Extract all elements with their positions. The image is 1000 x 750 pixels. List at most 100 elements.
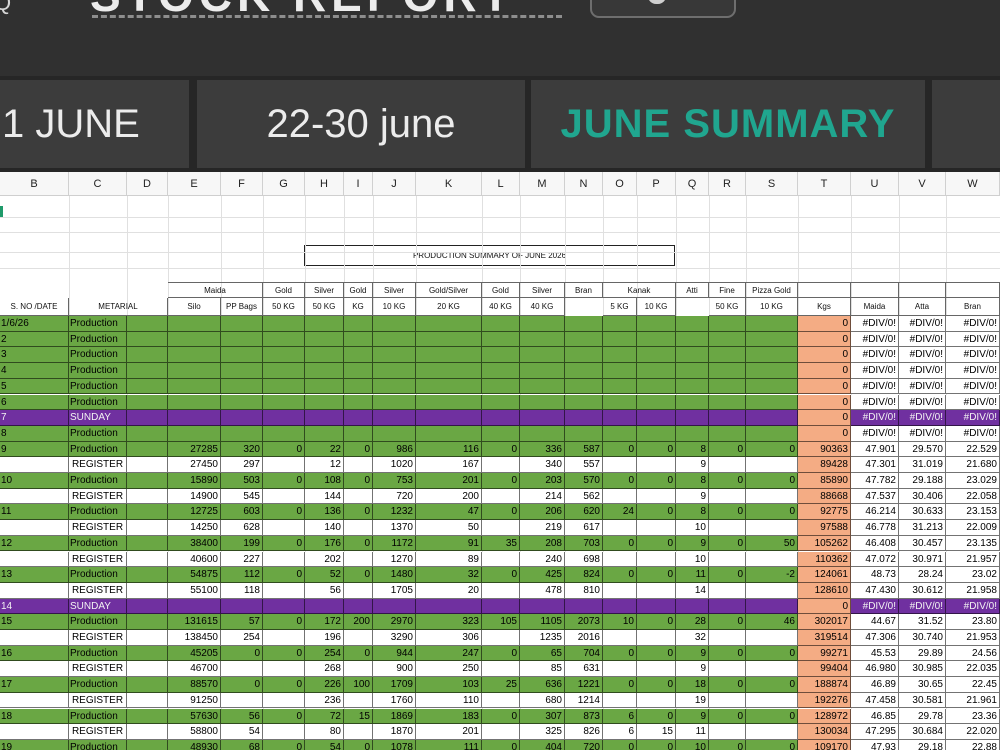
cell-kanak5[interactable] (603, 410, 637, 426)
cell-ppbags[interactable]: 57 (221, 614, 263, 630)
cell-branpct[interactable]: 23.135 (946, 535, 1000, 552)
column-header-u[interactable]: U (851, 172, 899, 196)
cell-kanak5[interactable] (603, 582, 637, 599)
cell-gold40[interactable]: 0 (482, 739, 520, 750)
cell-branpct[interactable]: 22.009 (946, 520, 1000, 536)
cell-material[interactable]: REGISTER (69, 582, 127, 599)
cell-pizza10[interactable] (746, 724, 798, 740)
cell-kanak5[interactable] (603, 378, 637, 395)
cell-gs20[interactable]: 183 (416, 708, 482, 725)
cell-branpct[interactable]: 23.153 (946, 504, 1000, 521)
cell-gs20[interactable]: 110 (416, 692, 482, 709)
cell-gold40[interactable]: 0 (482, 504, 520, 521)
cell-pizza10[interactable] (746, 410, 798, 426)
cell-goldkg[interactable] (344, 598, 373, 615)
cell-fine50[interactable] (709, 363, 746, 379)
cell-branpct[interactable]: 23.02 (946, 567, 1000, 583)
cell-gold40[interactable] (482, 630, 520, 646)
cell-goldkg[interactable]: 0 (344, 739, 373, 750)
cell-silo[interactable]: 138450 (168, 630, 221, 646)
cell-bran[interactable] (565, 378, 603, 395)
cell-silo[interactable]: 88570 (168, 677, 221, 693)
cell-atti[interactable] (676, 394, 709, 411)
cell-pizza10[interactable] (746, 457, 798, 473)
cell-kanak10[interactable]: 0 (637, 645, 676, 662)
cell-maida[interactable]: #DIV/0! (851, 598, 899, 615)
cell-silver50[interactable]: 52 (305, 567, 344, 583)
tab-1-june[interactable]: 1 JUNE (0, 80, 189, 168)
cell-gold50[interactable]: 0 (263, 614, 305, 630)
cell-fine50[interactable] (709, 394, 746, 411)
cell-silver50[interactable]: 22 (305, 441, 344, 458)
cell-kgs[interactable]: 0 (798, 598, 851, 615)
cell-gold50[interactable]: 0 (263, 441, 305, 458)
cell-kanak10[interactable] (637, 692, 676, 709)
cell-atta[interactable]: 30.985 (899, 661, 946, 678)
cell-fine50[interactable]: 0 (709, 614, 746, 630)
cell-fine50[interactable]: 0 (709, 677, 746, 693)
cell-blank[interactable] (127, 582, 168, 599)
cell-kgs[interactable]: 302017 (798, 614, 851, 630)
cell-material[interactable]: Production (69, 316, 127, 332)
cell-fine50[interactable] (709, 630, 746, 646)
cell-kgs[interactable]: 130034 (798, 724, 851, 740)
cell-gs20[interactable]: 91 (416, 535, 482, 552)
cell-silo[interactable]: 15890 (168, 473, 221, 489)
cell-no[interactable] (0, 692, 69, 709)
cell-silver40[interactable]: 208 (520, 535, 565, 552)
cell-atta[interactable]: #DIV/0! (899, 598, 946, 615)
cell-silver40[interactable]: 478 (520, 582, 565, 599)
cell-bran[interactable]: 824 (565, 567, 603, 583)
cell-ppbags[interactable]: 503 (221, 473, 263, 489)
cell-maida[interactable]: 45.53 (851, 645, 899, 662)
cell-bran[interactable]: 620 (565, 504, 603, 521)
cell-pizza10[interactable] (746, 378, 798, 395)
cell-gold40[interactable] (482, 331, 520, 348)
cell-silo[interactable]: 58800 (168, 724, 221, 740)
cell-pizza10[interactable] (746, 582, 798, 599)
cell-no[interactable] (0, 661, 69, 678)
cell-no[interactable]: 17 (0, 677, 69, 693)
cell-kgs[interactable]: 0 (798, 410, 851, 426)
cell-atti[interactable]: 9 (676, 708, 709, 725)
cell-pizza10[interactable]: 0 (746, 441, 798, 458)
cell-maida[interactable]: 46.408 (851, 535, 899, 552)
cell-no[interactable]: 4 (0, 363, 69, 379)
cell-material[interactable]: SUNDAY (69, 598, 127, 615)
production-row[interactable]: 1/6/26 Production 0 #DIV/0! #DIV/0! #DIV/0! (0, 316, 1000, 332)
cell-kgs[interactable]: 0 (798, 378, 851, 395)
cell-silver40[interactable] (520, 316, 565, 332)
cell-kgs[interactable]: 188874 (798, 677, 851, 693)
cell-maida[interactable]: #DIV/0! (851, 363, 899, 379)
cell-blank[interactable] (127, 331, 168, 348)
cell-kgs[interactable]: 128610 (798, 582, 851, 599)
cell-silver40[interactable]: 307 (520, 708, 565, 725)
cell-gold50[interactable] (263, 661, 305, 678)
cell-ppbags[interactable]: 56 (221, 708, 263, 725)
cell-kgs[interactable]: 0 (798, 425, 851, 442)
cell-gold40[interactable] (482, 488, 520, 505)
cell-atta[interactable]: 28.24 (899, 567, 946, 583)
register-row[interactable]: REGISTER 46700 268 900 250 85 631 9 99404 46.980 3… (0, 661, 1000, 678)
cell-gold50[interactable] (263, 410, 305, 426)
cell-gs20[interactable]: 167 (416, 457, 482, 473)
cell-ppbags[interactable]: 118 (221, 582, 263, 599)
cell-ppbags[interactable]: 545 (221, 488, 263, 505)
cell-gold50[interactable]: 0 (263, 677, 305, 693)
cell-atta[interactable]: 30.971 (899, 551, 946, 568)
cell-pizza10[interactable] (746, 661, 798, 678)
cell-pizza10[interactable]: 0 (746, 473, 798, 489)
cell-kanak5[interactable]: 0 (603, 645, 637, 662)
cell-fine50[interactable]: 0 (709, 441, 746, 458)
cell-material[interactable]: Production (69, 708, 127, 725)
cell-kgs[interactable]: 0 (798, 394, 851, 411)
cell-kanak10[interactable]: 0 (637, 708, 676, 725)
cell-silver50[interactable]: 56 (305, 582, 344, 599)
cell-maida[interactable]: 47.306 (851, 630, 899, 646)
cell-silo[interactable] (168, 316, 221, 332)
cell-atta[interactable]: #DIV/0! (899, 410, 946, 426)
cell-fine50[interactable]: 0 (709, 567, 746, 583)
production-row[interactable]: 2 Production 0 #DIV/0! #DIV/0! #DIV/0! (0, 331, 1000, 348)
column-header-q[interactable]: Q (676, 172, 709, 196)
cell-pizza10[interactable]: 0 (746, 708, 798, 725)
